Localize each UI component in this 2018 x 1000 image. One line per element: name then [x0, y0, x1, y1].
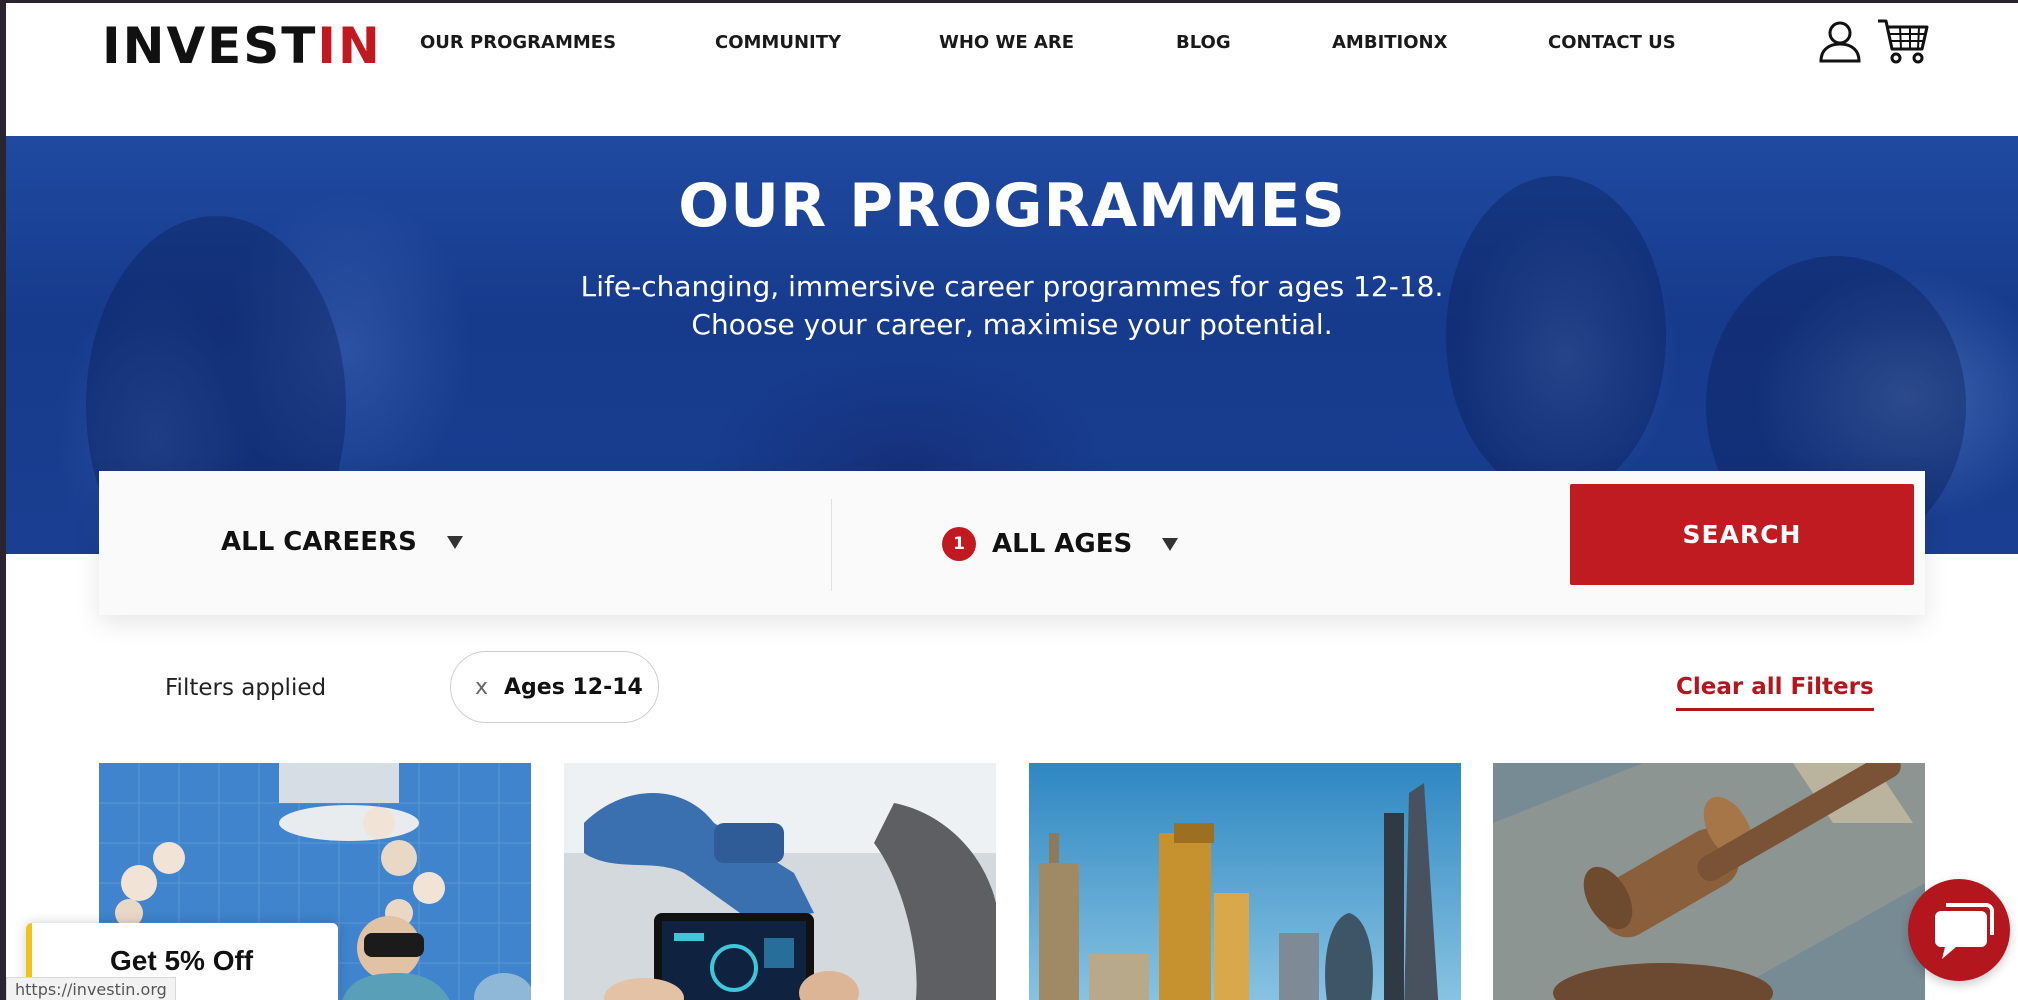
caret-down-icon: [1162, 537, 1179, 551]
investin-logo[interactable]: INVESTIN: [102, 17, 382, 75]
close-icon[interactable]: x: [475, 675, 488, 700]
nav-blog[interactable]: BLOG: [1176, 32, 1231, 53]
user-icon[interactable]: [1818, 19, 1862, 63]
hero-subtitle-line: Choose your career, maximise your potent…: [691, 308, 1333, 341]
caret-down-icon: [446, 535, 463, 549]
careers-dropdown-label: ALL CAREERS: [221, 527, 417, 557]
chat-bubble-icon: [1935, 903, 1994, 959]
programme-filter-bar: ALL CAREERS 1 ALL AGES SEARCH: [99, 471, 1925, 615]
ages-dropdown-label: ALL AGES: [992, 529, 1133, 559]
filter-divider: [831, 499, 832, 591]
filter-chip-label: Ages 12-14: [504, 674, 643, 700]
site-header: INVESTIN OUR PROGRAMMES COMMUNITY WHO WE…: [6, 3, 2018, 133]
filter-count-badge: 1: [942, 527, 976, 561]
hero-subtitle: Life-changing, immersive career programm…: [6, 268, 2018, 344]
programme-card-engineering[interactable]: [564, 763, 996, 1000]
card-image-skyline: [1029, 763, 1461, 1000]
ages-dropdown[interactable]: 1 ALL AGES: [942, 527, 1179, 561]
programme-card-finance[interactable]: [1029, 763, 1461, 1000]
hero-subtitle-line: Life-changing, immersive career programm…: [580, 270, 1444, 303]
card-image-robotics: [564, 763, 996, 1000]
card-image-gavel: [1493, 763, 1925, 1000]
nav-who-we-are[interactable]: WHO WE ARE: [939, 32, 1074, 53]
logo-text-red: IN: [317, 17, 382, 75]
filters-applied-label: Filters applied: [165, 675, 327, 701]
nav-ambitionx[interactable]: AMBITIONX: [1332, 32, 1447, 53]
hero-title: OUR PROGRAMMES: [678, 171, 1346, 241]
clear-all-filters-link[interactable]: Clear all Filters: [1676, 674, 1874, 711]
status-bar-url: https://investin.org: [6, 977, 176, 1000]
search-button[interactable]: SEARCH: [1570, 484, 1914, 585]
nav-our-programmes[interactable]: OUR PROGRAMMES: [420, 32, 616, 53]
programme-card-law[interactable]: [1493, 763, 1925, 1000]
cart-icon[interactable]: [1876, 17, 1930, 65]
page: INVESTIN OUR PROGRAMMES COMMUNITY WHO WE…: [6, 0, 2018, 1000]
filter-chip-ages[interactable]: x Ages 12-14: [450, 651, 659, 723]
nav-community[interactable]: COMMUNITY: [715, 32, 841, 53]
chat-button[interactable]: [1908, 879, 2010, 981]
logo-text: INVEST: [102, 17, 318, 75]
nav-contact-us[interactable]: CONTACT US: [1548, 32, 1676, 53]
careers-dropdown[interactable]: ALL CAREERS: [221, 527, 463, 557]
promo-label: Get 5% Off: [110, 945, 254, 976]
